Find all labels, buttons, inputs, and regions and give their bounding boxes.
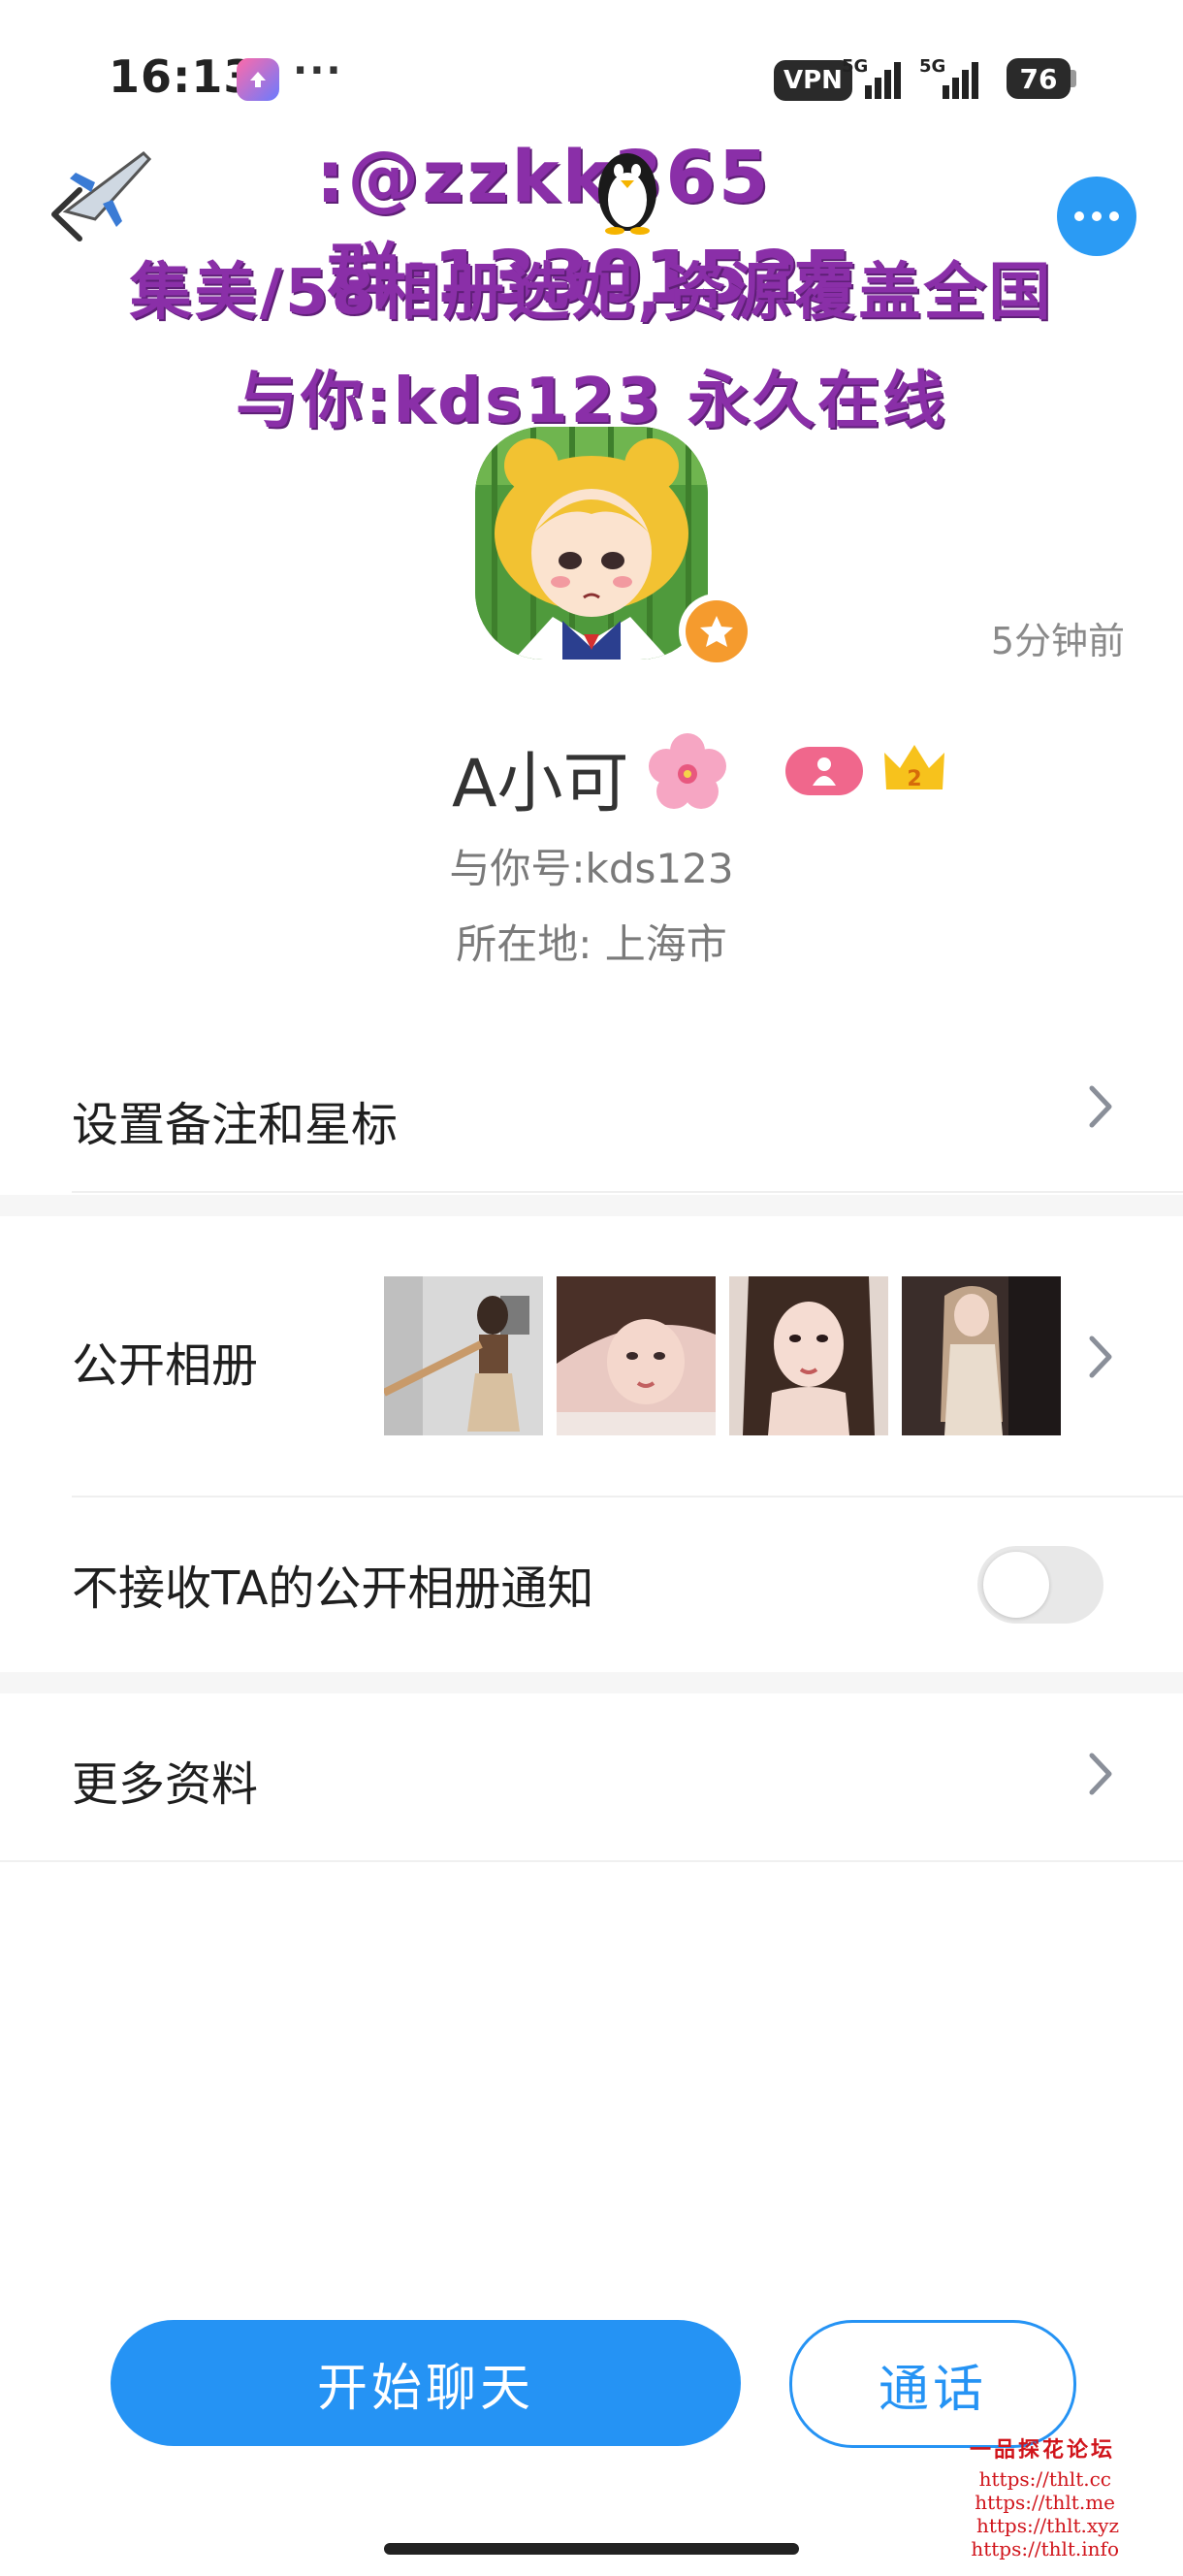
more-notifications-icon: ··· [293,48,343,93]
album-thumbnail-1[interactable] [384,1276,543,1435]
watermark-link-3: https://thlt.xyz [975,2514,1119,2537]
flower-icon [648,733,727,813]
status-time: 16:13 [109,50,256,103]
chevron-right-icon [1084,1750,1117,1798]
banner-line-2: 集美/58相册选妃,资源覆盖全国 [129,257,1054,329]
chevron-right-icon [1084,1082,1117,1131]
album-thumbnail-4[interactable] [902,1276,1061,1435]
album-thumbnail-3[interactable] [729,1276,888,1435]
section-gap [0,1195,1183,1216]
watermark-link-4: https://thlt.info [971,2537,1119,2560]
remark-label: 设置备注和星标 [72,1098,399,1152]
divider [0,1860,1183,1862]
call-button[interactable]: 通话 [789,2320,1076,2448]
svg-text:5G: 5G [842,56,868,77]
watermark-title: 一品探花论坛 [969,2437,1115,2463]
more-options-button[interactable] [1057,177,1136,256]
last-seen-text: 5分钟前 [990,620,1125,662]
star-icon [700,616,733,647]
avatar[interactable] [475,427,708,660]
divider [72,1191,1183,1193]
more-info-row[interactable]: 更多资料 [0,1693,1183,1858]
user-location: 所在地: 上海市 [456,920,727,968]
crown-icon: 2 [880,739,948,797]
toggle-knob [983,1552,1049,1618]
more-dot [1074,211,1084,221]
chevron-left-icon [51,187,82,242]
signal-icon: 5G [842,56,910,101]
profile-name: A小可 [452,746,629,822]
svg-text:5G: 5G [919,56,945,77]
section-gap [0,1672,1183,1693]
banner-contact: :@zzkk365 [315,136,772,219]
chevron-right-icon [1084,1333,1117,1381]
start-chat-button[interactable]: 开始聊天 [111,2320,741,2446]
app-notification-icon [237,58,279,101]
female-badge [785,747,863,795]
back-button[interactable] [39,180,97,248]
remark-row[interactable]: 设置备注和星标 [0,1047,1183,1189]
album-thumbnail-2[interactable] [557,1276,716,1435]
battery-tip [1071,70,1076,87]
penguin-icon [590,142,665,235]
album-notify-label: 不接收TA的公开相册通知 [72,1562,594,1616]
album-label: 公开相册 [72,1338,259,1393]
user-id: 与你号:kds123 [449,845,734,892]
star-badge [679,594,754,669]
home-indicator [384,2543,799,2555]
more-dot [1092,211,1102,221]
signal-icon-2: 5G [919,56,987,101]
more-info-label: 更多资料 [72,1757,259,1812]
person-icon [813,757,836,786]
crown-level: 2 [907,767,921,791]
watermark-link-1: https://thlt.cc [978,2467,1111,2491]
battery-icon: 76 [1007,58,1071,99]
divider [72,1496,1183,1497]
more-dot [1109,211,1119,221]
vpn-icon: VPN [774,60,852,101]
watermark-link-2: https://thlt.me [975,2491,1115,2514]
